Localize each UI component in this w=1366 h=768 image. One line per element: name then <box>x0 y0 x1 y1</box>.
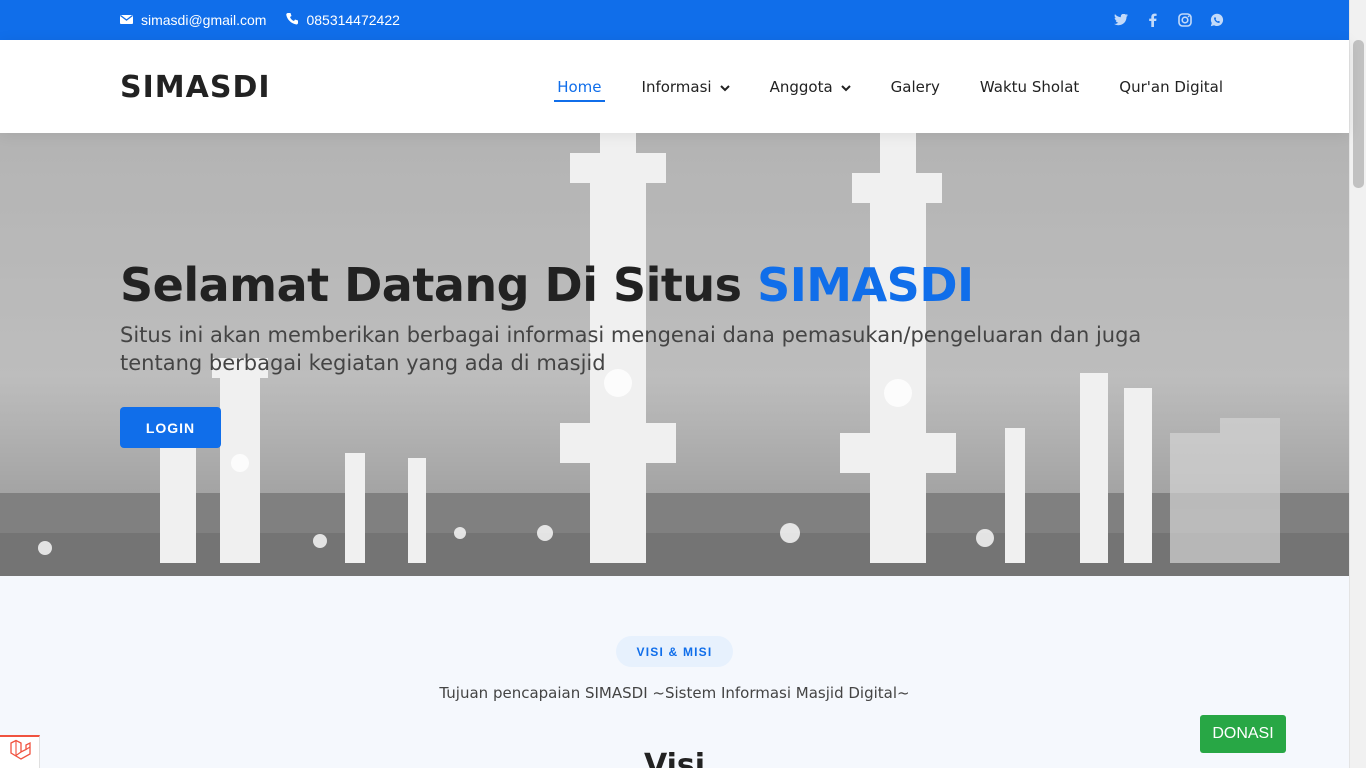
hero-title-accent: SIMASDI <box>757 258 974 312</box>
chevron-down-icon <box>840 78 851 96</box>
nav-item-quran-digital[interactable]: Qur'an Digital <box>1116 72 1226 102</box>
nav-item-informasi[interactable]: Informasi <box>639 72 733 102</box>
main-nav: Home Informasi Anggota Galery Waktu Shol… <box>554 40 1226 133</box>
contact-info: simasdi@gmail.com 085314472422 <box>120 0 400 40</box>
section-badge: VISI & MISI <box>616 636 733 667</box>
visi-misi-section: VISI & MISI Tujuan pencapaian SIMASDI ~S… <box>0 576 1349 768</box>
nav-item-galery[interactable]: Galery <box>888 72 943 102</box>
laravel-icon <box>9 739 31 766</box>
phone-text: 085314472422 <box>306 12 400 28</box>
nav-label: Qur'an Digital <box>1119 77 1223 96</box>
nav-label: Waktu Sholat <box>979 77 1080 96</box>
page-scrollbar[interactable] <box>1349 0 1366 768</box>
visi-heading: Visi <box>643 748 706 768</box>
hero-title-prefix: Selamat Datang Di Situs <box>120 258 758 312</box>
nav-item-home[interactable]: Home <box>554 72 605 102</box>
hero-title: Selamat Datang Di Situs SIMASDI <box>120 258 974 312</box>
scrollbar-thumb[interactable] <box>1353 40 1364 188</box>
twitter-icon[interactable] <box>1114 13 1128 27</box>
site-logo[interactable]: SIMASDI <box>120 70 271 105</box>
hero-section: Selamat Datang Di Situs SIMASDI Situs in… <box>0 133 1349 576</box>
nav-item-waktu-sholat[interactable]: Waktu Sholat <box>977 72 1082 102</box>
phone-contact[interactable]: 085314472422 <box>286 12 400 28</box>
envelope-icon <box>120 12 133 28</box>
top-bar: simasdi@gmail.com 085314472422 <box>0 0 1349 40</box>
whatsapp-icon[interactable] <box>1210 13 1224 27</box>
site-header: SIMASDI Home Informasi Anggota Galery Wa… <box>0 40 1349 133</box>
section-description: Tujuan pencapaian SIMASDI ~Sistem Inform… <box>439 684 910 702</box>
nav-label: Galery <box>890 77 940 96</box>
donate-button[interactable]: DONASI <box>1200 715 1286 753</box>
email-text: simasdi@gmail.com <box>141 12 267 28</box>
login-button[interactable]: LOGIN <box>120 407 221 448</box>
hero-subtitle: Situs ini akan memberikan berbagai infor… <box>120 323 1142 375</box>
nav-label: Anggota <box>769 77 833 96</box>
instagram-icon[interactable] <box>1178 13 1192 27</box>
social-links <box>1114 0 1224 40</box>
facebook-icon[interactable] <box>1146 13 1160 27</box>
debugbar-toggle[interactable] <box>0 735 40 768</box>
chevron-down-icon <box>719 78 730 96</box>
nav-item-anggota[interactable]: Anggota <box>767 72 854 102</box>
nav-label: Home <box>557 77 602 96</box>
nav-label: Informasi <box>641 77 712 96</box>
phone-icon <box>286 12 299 28</box>
email-contact[interactable]: simasdi@gmail.com <box>120 12 266 28</box>
